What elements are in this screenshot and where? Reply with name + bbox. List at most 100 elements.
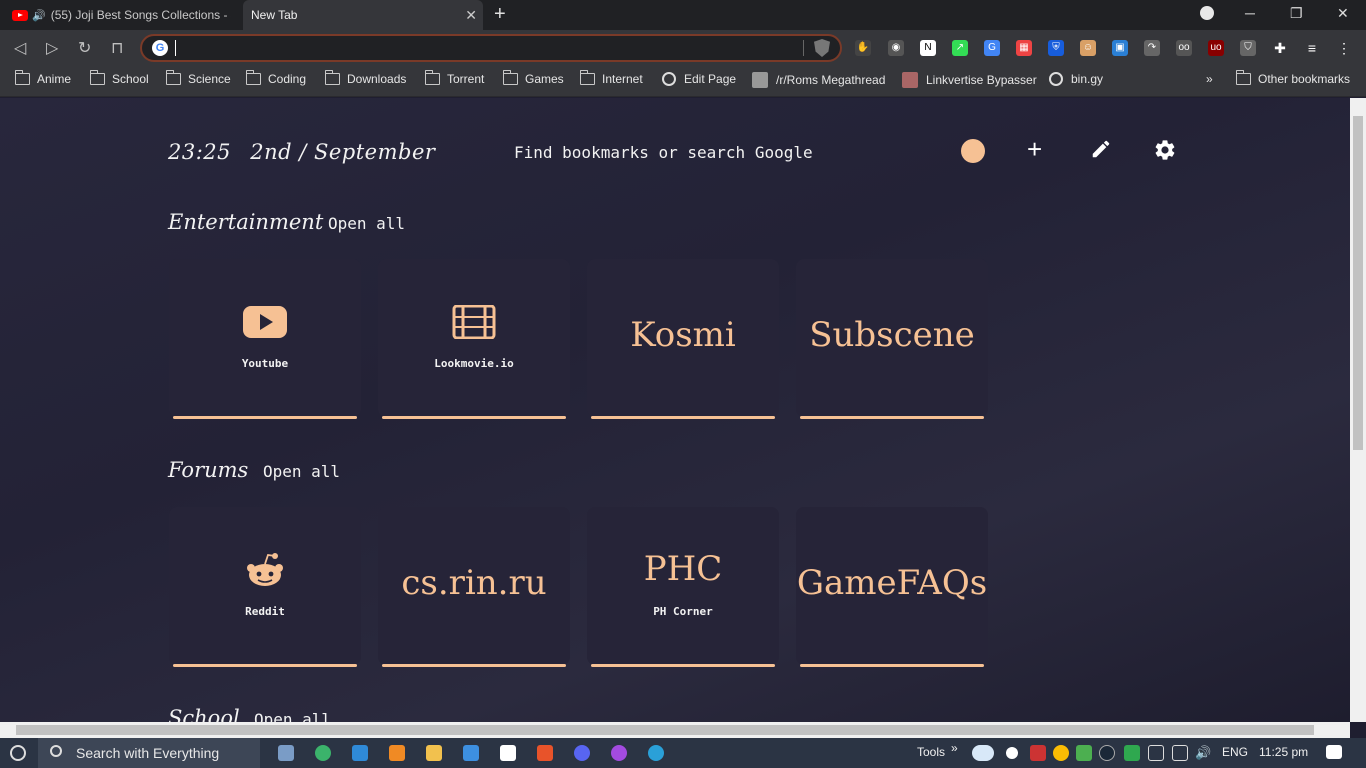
bookmark-bin-gy[interactable]: bin.gy bbox=[1049, 72, 1103, 86]
translate-icon[interactable]: G bbox=[984, 40, 1000, 56]
bookmark-folder-torrent[interactable]: Torrent bbox=[424, 70, 485, 86]
bookmark-folder-science[interactable]: Science bbox=[165, 70, 231, 86]
other-bookmarks-folder[interactable]: Other bookmarks bbox=[1235, 70, 1350, 86]
chevron-icon[interactable]: » bbox=[951, 741, 958, 755]
messenger-icon[interactable] bbox=[611, 745, 627, 761]
bookmark-card-kosmi[interactable]: Kosmi bbox=[587, 259, 779, 419]
bookmark-folder-school[interactable]: School bbox=[89, 70, 149, 86]
maximize-button[interactable]: ❐ bbox=[1290, 5, 1303, 22]
scrollbar-thumb[interactable] bbox=[1353, 116, 1363, 450]
tray-icon[interactable] bbox=[1076, 745, 1092, 761]
bookmark-folder-internet[interactable]: Internet bbox=[579, 70, 643, 86]
new-tab-button[interactable]: + bbox=[494, 3, 506, 26]
speaker-icon[interactable]: 🔊 bbox=[32, 9, 46, 22]
add-bookmark-button[interactable]: + bbox=[1027, 134, 1042, 165]
bookmark-card-cs-rin-ru[interactable]: cs.rin.ru bbox=[378, 507, 570, 667]
extension-icon[interactable]: oo bbox=[1176, 40, 1192, 56]
brave-shield-icon[interactable] bbox=[814, 39, 830, 57]
scrollbar-thumb[interactable] bbox=[16, 725, 1314, 735]
theme-color-button[interactable] bbox=[961, 139, 985, 163]
category-title: School bbox=[168, 706, 240, 722]
settings-gear-icon[interactable] bbox=[1153, 138, 1177, 162]
language-indicator[interactable]: ENG bbox=[1222, 745, 1248, 759]
vertical-scrollbar[interactable] bbox=[1350, 98, 1366, 722]
bookmark-folder-anime[interactable]: Anime bbox=[14, 70, 71, 86]
bookmark-search-field[interactable]: Find bookmarks or search Google bbox=[514, 143, 813, 162]
ublock-icon[interactable]: uo bbox=[1208, 40, 1224, 56]
close-window-button[interactable]: ✕ bbox=[1337, 5, 1349, 22]
bookmark-label: Torrent bbox=[447, 72, 485, 86]
menu-icon[interactable]: ⋮ bbox=[1336, 40, 1352, 56]
bookmark-card-youtube[interactable]: Youtube bbox=[169, 259, 361, 419]
bookmark-card-lookmovie[interactable]: Lookmovie.io bbox=[378, 259, 570, 419]
bookmark-folder-games[interactable]: Games bbox=[502, 70, 564, 86]
start-icon[interactable] bbox=[10, 745, 26, 761]
extension-icon[interactable]: ▣ bbox=[1112, 40, 1128, 56]
media-queue-icon[interactable]: ≡ bbox=[1304, 40, 1320, 56]
tray-icon[interactable] bbox=[1124, 745, 1140, 761]
extension-icon[interactable]: ▦ bbox=[1016, 40, 1032, 56]
steam-icon[interactable] bbox=[1099, 745, 1115, 761]
card-label: PH Corner bbox=[653, 605, 713, 618]
chrome-icon[interactable] bbox=[1053, 745, 1069, 761]
shield-icon[interactable]: ⛉ bbox=[1240, 40, 1256, 56]
bookmark-label: Coding bbox=[268, 72, 307, 86]
bookmark-card-subscene[interactable]: Subscene bbox=[796, 259, 988, 419]
open-all-button[interactable]: Open all bbox=[263, 462, 340, 481]
bookmark-folder-downloads[interactable]: Downloads bbox=[324, 70, 406, 86]
horizontal-scrollbar[interactable] bbox=[0, 722, 1350, 738]
minimize-button[interactable]: ─ bbox=[1245, 5, 1255, 21]
reload-icon[interactable]: ↻ bbox=[78, 38, 91, 58]
app-icon[interactable] bbox=[463, 745, 479, 761]
battery-icon[interactable] bbox=[1172, 745, 1188, 761]
tab-new-tab[interactable]: New Tab ✕ bbox=[243, 0, 483, 30]
extension-icon[interactable]: ↗ bbox=[952, 40, 968, 56]
bookmark-edit-page[interactable]: Edit Page bbox=[662, 72, 736, 86]
bookmarks-overflow-button[interactable]: » bbox=[1206, 72, 1213, 86]
extension-icon[interactable]: ✋ bbox=[855, 40, 871, 56]
tab-youtube[interactable]: 🔊 (55) Joji Best Songs Collections - Jo bbox=[0, 0, 242, 30]
weather-icon[interactable] bbox=[972, 745, 994, 761]
back-icon[interactable]: ◁ bbox=[14, 38, 26, 58]
extensions-puzzle-icon[interactable]: ✚ bbox=[1272, 40, 1288, 56]
bookmark-icon[interactable]: ⊓ bbox=[111, 38, 123, 58]
forward-icon[interactable]: ▷ bbox=[46, 38, 58, 58]
bitwarden-icon[interactable]: ⛨ bbox=[1048, 40, 1064, 56]
card-text: GameFAQs bbox=[796, 563, 988, 603]
notifications-icon[interactable] bbox=[1326, 745, 1342, 759]
discord-icon[interactable] bbox=[574, 745, 590, 761]
vscode-icon[interactable] bbox=[352, 745, 368, 761]
sublime-icon[interactable] bbox=[389, 745, 405, 761]
volume-icon[interactable]: 🔊 bbox=[1195, 745, 1211, 761]
network-icon[interactable] bbox=[1148, 745, 1164, 761]
bookmark-card-gamefaqs[interactable]: GameFAQs bbox=[796, 507, 988, 667]
app-icon[interactable] bbox=[315, 745, 331, 761]
film-icon bbox=[452, 305, 496, 339]
bookmark-card-phc[interactable]: PHC PH Corner bbox=[587, 507, 779, 667]
tools-toolbar[interactable]: Tools bbox=[917, 745, 945, 759]
bookmark-card-reddit[interactable]: Reddit bbox=[169, 507, 361, 667]
brave-icon[interactable] bbox=[537, 745, 553, 761]
taskbar-search[interactable]: Search with Everything bbox=[38, 738, 260, 768]
extension-icon[interactable]: ↷ bbox=[1144, 40, 1160, 56]
open-all-button[interactable]: Open all bbox=[254, 710, 331, 722]
app-icon[interactable] bbox=[278, 745, 294, 761]
extension-icon[interactable]: ☺ bbox=[1080, 40, 1096, 56]
camera-icon[interactable]: ◉ bbox=[888, 40, 904, 56]
tray-icon[interactable] bbox=[1030, 745, 1046, 761]
bookmark-folder-coding[interactable]: Coding bbox=[245, 70, 307, 86]
telegram-icon[interactable] bbox=[648, 745, 664, 761]
close-tab-icon[interactable]: ✕ bbox=[465, 7, 477, 24]
file-explorer-icon[interactable] bbox=[426, 745, 442, 761]
open-all-button[interactable]: Open all bbox=[328, 214, 405, 233]
notion-icon[interactable]: N bbox=[920, 40, 936, 56]
clock[interactable]: 11:25 pm bbox=[1259, 745, 1308, 759]
tab-search-icon[interactable] bbox=[1200, 6, 1214, 20]
bookmark-linkvertise-bypasser[interactable]: Linkvertise Bypasser bbox=[902, 72, 1037, 88]
bookmark-roms-megathread[interactable]: /r/Roms Megathread bbox=[752, 72, 885, 88]
tray-icon[interactable] bbox=[1006, 747, 1018, 759]
notion-icon[interactable] bbox=[500, 745, 516, 761]
edit-pencil-icon[interactable] bbox=[1090, 138, 1112, 160]
address-bar[interactable]: G bbox=[140, 34, 842, 62]
reddit-icon bbox=[247, 553, 283, 586]
